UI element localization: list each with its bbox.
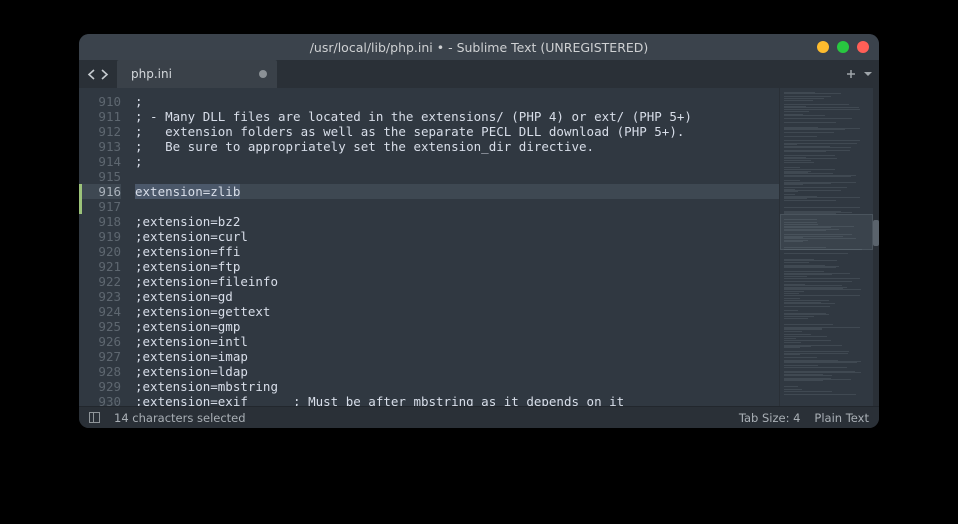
line-number: 925 <box>79 319 121 334</box>
new-tab-icon[interactable] <box>845 68 857 80</box>
status-bar: 14 characters selected Tab Size: 4 Plain… <box>79 406 879 428</box>
line-number: 915 <box>79 169 121 184</box>
code-line[interactable] <box>135 199 779 214</box>
tab-size-status[interactable]: Tab Size: 4 <box>739 411 801 425</box>
tab-label: php.ini <box>131 67 172 81</box>
line-number: 919 <box>79 229 121 244</box>
minimize-button[interactable] <box>817 41 829 53</box>
line-number: 913 <box>79 139 121 154</box>
maximize-button[interactable] <box>837 41 849 53</box>
line-number: 916 <box>79 184 121 199</box>
line-number: 930 <box>79 394 121 406</box>
line-number: 929 <box>79 379 121 394</box>
line-number: 928 <box>79 364 121 379</box>
code-line[interactable]: ;extension=ldap <box>135 364 779 379</box>
code-line[interactable]: ; <box>135 94 779 109</box>
line-number: 923 <box>79 289 121 304</box>
syntax-status[interactable]: Plain Text <box>814 411 869 425</box>
window-controls <box>817 41 869 53</box>
code-line[interactable]: extension=zlib <box>135 184 779 199</box>
line-number: 917 <box>79 199 121 214</box>
code-line[interactable]: ;extension=curl <box>135 229 779 244</box>
code-line[interactable]: ;extension=exif ; Must be after mbstring… <box>135 394 779 406</box>
nav-forward-icon[interactable] <box>100 69 109 80</box>
code-line[interactable]: ;extension=ftp <box>135 259 779 274</box>
close-button[interactable] <box>857 41 869 53</box>
line-number: 910 <box>79 94 121 109</box>
minimap[interactable] <box>779 88 879 406</box>
code-line[interactable]: ;extension=gd <box>135 289 779 304</box>
tab-bar: php.ini <box>79 60 879 88</box>
code-line[interactable]: ;extension=bz2 <box>135 214 779 229</box>
selection-status: 14 characters selected <box>114 411 246 425</box>
code-line[interactable]: ;extension=intl <box>135 334 779 349</box>
application-window: /usr/local/lib/php.ini • - Sublime Text … <box>79 34 879 428</box>
scrollbar-track[interactable] <box>873 88 879 406</box>
dirty-indicator-icon <box>259 70 267 78</box>
scrollbar-thumb[interactable] <box>873 220 879 246</box>
tab-dropdown-icon[interactable] <box>863 69 873 79</box>
code-line[interactable]: ; <box>135 154 779 169</box>
titlebar[interactable]: /usr/local/lib/php.ini • - Sublime Text … <box>79 34 879 60</box>
line-number: 922 <box>79 274 121 289</box>
line-number: 921 <box>79 259 121 274</box>
line-number: 914 <box>79 154 121 169</box>
tab-history-nav <box>79 60 117 88</box>
editor-area: 9109119129139149159169179189199209219229… <box>79 88 879 406</box>
code-line[interactable]: ;extension=gmp <box>135 319 779 334</box>
nav-back-icon[interactable] <box>87 69 96 80</box>
code-line[interactable] <box>135 169 779 184</box>
side-panel-toggle-icon[interactable] <box>89 412 100 423</box>
code-line[interactable]: ; - Many DLL files are located in the ex… <box>135 109 779 124</box>
code-content[interactable]: ;; - Many DLL files are located in the e… <box>135 88 779 406</box>
line-number-gutter[interactable]: 9109119129139149159169179189199209219229… <box>79 88 135 406</box>
text-selection: extension=zlib <box>135 184 240 199</box>
code-line[interactable]: ;extension=imap <box>135 349 779 364</box>
code-line[interactable]: ; Be sure to appropriately set the exten… <box>135 139 779 154</box>
code-line[interactable]: ;extension=ffi <box>135 244 779 259</box>
line-number: 926 <box>79 334 121 349</box>
code-line[interactable]: ; extension folders as well as the separ… <box>135 124 779 139</box>
line-number: 918 <box>79 214 121 229</box>
code-line[interactable]: ;extension=gettext <box>135 304 779 319</box>
line-number: 912 <box>79 124 121 139</box>
window-title: /usr/local/lib/php.ini • - Sublime Text … <box>310 40 649 55</box>
code-line[interactable]: ;extension=fileinfo <box>135 274 779 289</box>
line-number: 924 <box>79 304 121 319</box>
line-number: 911 <box>79 109 121 124</box>
line-number: 920 <box>79 244 121 259</box>
line-number: 927 <box>79 349 121 364</box>
code-line[interactable]: ;extension=mbstring <box>135 379 779 394</box>
tab-php-ini[interactable]: php.ini <box>117 60 277 88</box>
